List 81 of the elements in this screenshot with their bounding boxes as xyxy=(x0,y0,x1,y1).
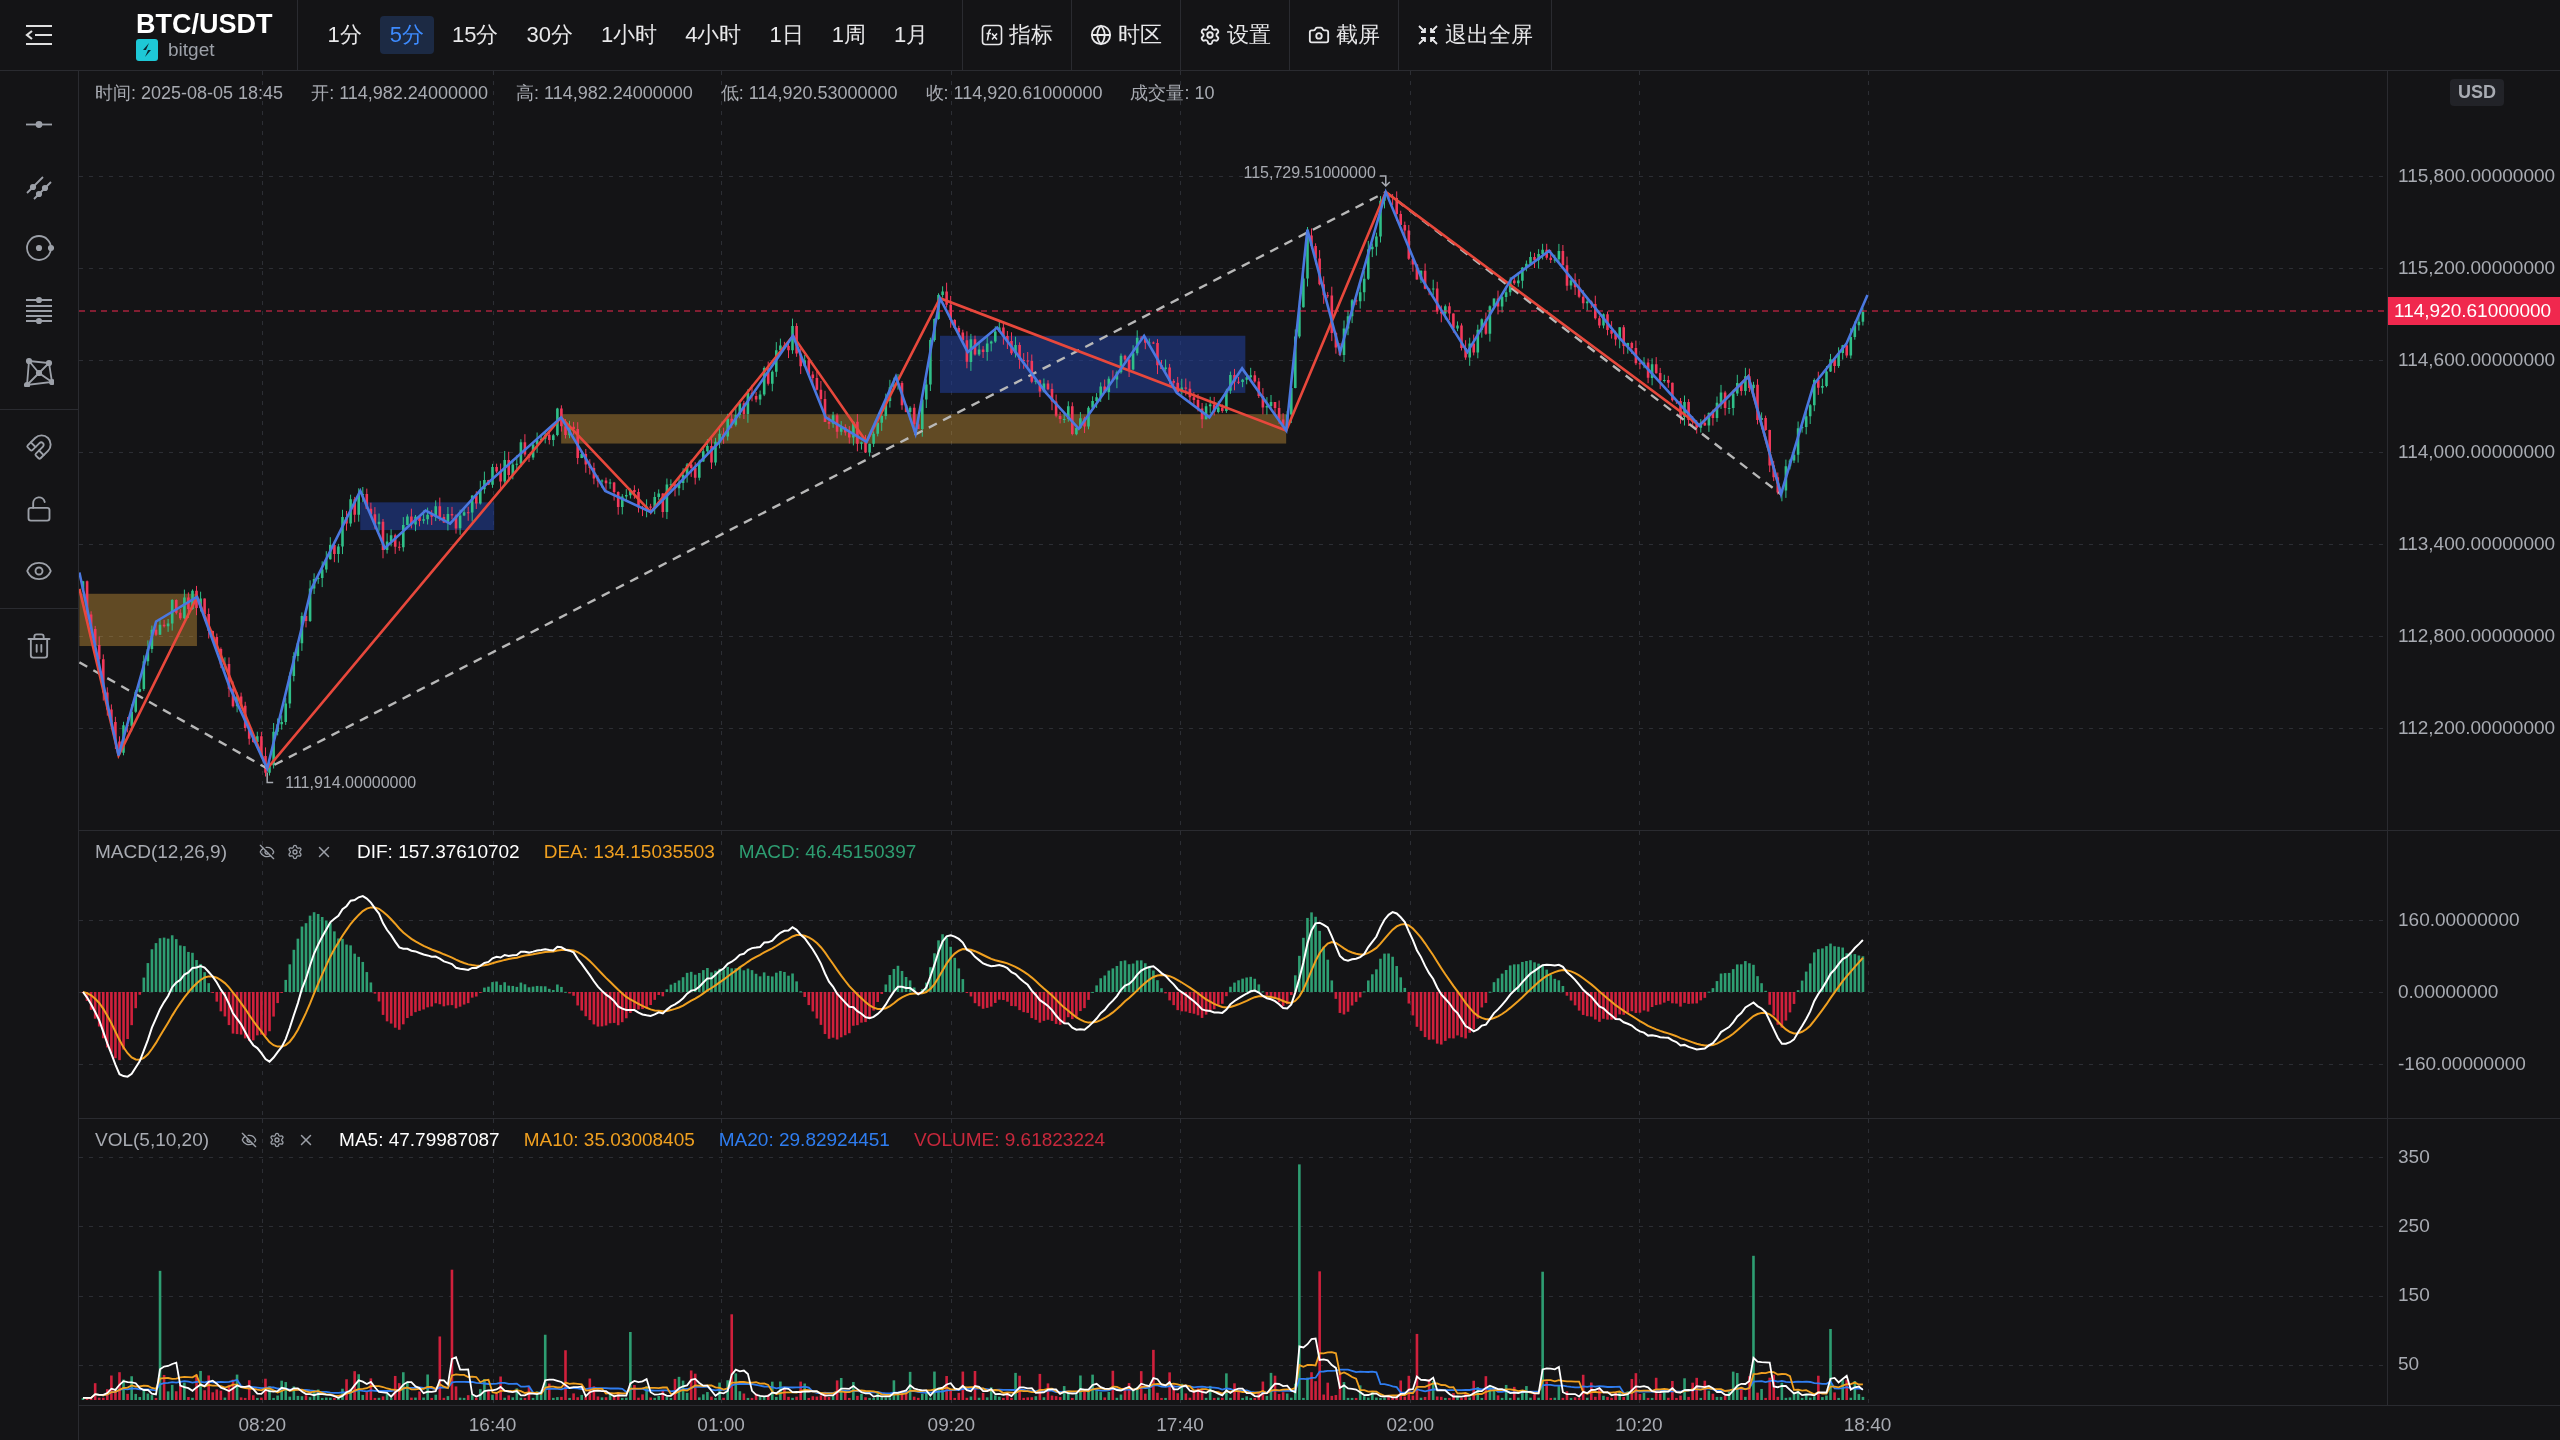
settings-icon xyxy=(287,844,303,860)
toolbar-button[interactable]: 截屏 xyxy=(1290,0,1400,70)
price-tick: 112,800.00000000 xyxy=(2398,625,2556,647)
eye-off-icon xyxy=(241,1132,258,1148)
settings-button[interactable] xyxy=(287,844,303,860)
last-price-label: 114,920.61000000 xyxy=(2388,297,2560,325)
time-tick: 16:40 xyxy=(468,1414,517,1436)
price-tick: 115,200.00000000 xyxy=(2398,257,2556,279)
time-tick: 10:20 xyxy=(1615,1414,1663,1436)
toolbar-button[interactable]: 退出全屏 xyxy=(1399,0,1553,70)
exit-fullscreen-icon xyxy=(1417,24,1440,46)
low-marker-icon xyxy=(266,771,274,784)
time-tick: 08:20 xyxy=(238,1414,287,1436)
horizontal-line-icon xyxy=(24,120,54,128)
time-tick: 01:00 xyxy=(697,1414,745,1436)
price-tick: 115,800.00000000 xyxy=(2398,165,2556,187)
trash-icon xyxy=(25,632,53,660)
settings-button[interactable] xyxy=(269,1132,286,1148)
interval-tab[interactable]: 1日 xyxy=(759,16,814,54)
ohlc-info: 收: 114,920.61000000 xyxy=(925,82,1103,105)
globe-icon xyxy=(1090,24,1113,46)
magnet-icon xyxy=(25,433,53,461)
fx-icon xyxy=(981,24,1004,46)
interval-tab[interactable]: 1周 xyxy=(821,16,876,54)
pattern-icon xyxy=(24,357,54,387)
toolbar-button[interactable]: 时区 xyxy=(1072,0,1182,70)
volume-tick: 350 xyxy=(2398,1146,2430,1168)
hide-button[interactable] xyxy=(259,844,275,860)
indicator-value: DEA: 134.15035503 xyxy=(543,841,715,863)
time-tick: 18:40 xyxy=(1843,1414,1892,1436)
indicator-title: VOL(5,10,20) xyxy=(95,1129,210,1151)
horizontal-lines-icon xyxy=(24,295,54,325)
price-tick: 113,400.00000000 xyxy=(2398,533,2556,555)
indicator-value: VOLUME: 9.61823224 xyxy=(913,1129,1106,1151)
price-tick: 114,000.00000000 xyxy=(2398,441,2556,463)
macd-tick: 0.00000000 xyxy=(2398,981,2499,1003)
volume-tick: 250 xyxy=(2398,1215,2430,1237)
exchange-logo-icon xyxy=(136,39,158,61)
price-tick: 114,600.00000000 xyxy=(2398,349,2556,371)
menu-icon xyxy=(24,23,54,47)
high-price-label: 115,729.51000000 xyxy=(1243,164,1376,182)
ohlc-info: 时间: 2025-08-05 18:45 xyxy=(95,82,284,105)
toolbar-button[interactable]: 指标 xyxy=(963,0,1073,70)
ohlc-info: 高: 114,982.24000000 xyxy=(515,82,693,105)
indicator-value: MACD: 46.45150397 xyxy=(738,841,917,863)
ohlc-info: 成交量: 10 xyxy=(1130,82,1215,105)
ohlc-info: 开: 114,982.24000000 xyxy=(311,82,488,105)
interval-tab[interactable]: 4小时 xyxy=(675,16,752,54)
time-tick: 09:20 xyxy=(927,1414,976,1436)
time-tick: 17:40 xyxy=(1156,1414,1204,1436)
volume-tick: 150 xyxy=(2398,1284,2430,1306)
time-tick: 02:00 xyxy=(1386,1414,1435,1436)
low-price-label: 111,914.00000000 xyxy=(285,773,417,791)
settings-icon xyxy=(1199,24,1222,46)
symbol-title: BTC/USDT xyxy=(136,9,273,39)
settings-icon xyxy=(269,1132,286,1148)
macd-tick: 160.00000000 xyxy=(2398,909,2520,931)
interval-tab[interactable]: 30分 xyxy=(516,16,583,54)
camera-icon xyxy=(1308,24,1331,46)
currency-label: USD xyxy=(2450,79,2504,106)
interval-tab[interactable]: 1月 xyxy=(883,16,939,54)
macd-tick: -160.00000000 xyxy=(2398,1053,2526,1075)
indicator-value: DIF: 157.37610702 xyxy=(357,841,520,863)
circle-icon xyxy=(24,233,54,263)
ohlc-info: 低: 114,920.53000000 xyxy=(720,82,898,105)
indicator-title: MACD(12,26,9) xyxy=(95,841,227,863)
interval-tab[interactable]: 5分 xyxy=(379,16,434,54)
indicator-value: MA20: 29.82924451 xyxy=(718,1129,890,1151)
indicator-value: MA5: 47.79987087 xyxy=(339,1129,500,1151)
eye-off-icon xyxy=(259,844,275,860)
interval-tab[interactable]: 15分 xyxy=(442,16,509,54)
hide-button[interactable] xyxy=(241,1132,258,1148)
price-tick: 112,200.00000000 xyxy=(2398,717,2556,739)
indicator-value: MA10: 35.03008405 xyxy=(523,1129,695,1151)
volume-tick: 50 xyxy=(2398,1353,2420,1375)
lock-icon xyxy=(25,495,53,523)
high-marker-icon xyxy=(1379,175,1391,188)
exchange-name: bitget xyxy=(168,39,215,61)
toolbar-button[interactable]: 设置 xyxy=(1181,0,1291,70)
interval-tab[interactable]: 1小时 xyxy=(590,16,668,54)
interval-tab[interactable]: 1分 xyxy=(317,16,372,54)
